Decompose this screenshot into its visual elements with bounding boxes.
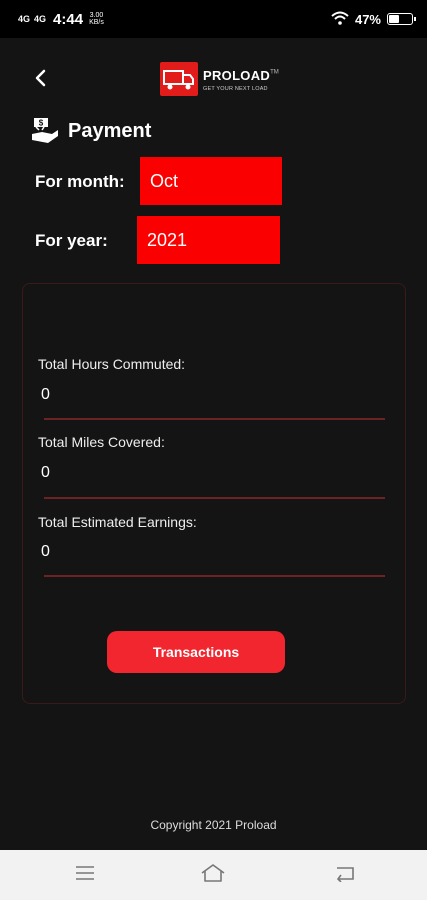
- payment-header: $ Payment: [30, 116, 151, 146]
- page-title: Payment: [68, 119, 152, 142]
- network-speed: 3.00 KB/s: [89, 12, 104, 26]
- status-time: 4:44: [53, 10, 84, 28]
- app-logo: PROLOADTM GET YOUR NEXT LOAD: [160, 62, 279, 96]
- status-right: 47%: [331, 11, 416, 28]
- signal-indicator-2: 4G: [34, 13, 47, 24]
- battery-level: [389, 15, 399, 23]
- hours-value: 0: [41, 386, 50, 403]
- signal-label-1: 4G: [18, 13, 31, 24]
- brand-tagline: GET YOUR NEXT LOAD: [203, 85, 268, 92]
- month-label: For month:: [35, 172, 125, 191]
- brand-name: PROLOAD: [203, 67, 271, 83]
- menu-button[interactable]: [70, 862, 100, 888]
- home-button[interactable]: [198, 862, 228, 888]
- menu-icon: [74, 865, 96, 886]
- year-label: For year:: [35, 231, 108, 250]
- back-arrow-icon: [34, 69, 46, 92]
- back-nav-button[interactable]: [330, 862, 360, 888]
- money-hand-icon: $: [30, 116, 60, 146]
- hours-label: Total Hours Commuted:: [38, 356, 186, 372]
- back-button[interactable]: [28, 66, 52, 94]
- miles-value: 0: [41, 464, 50, 481]
- speed-value: 3.00: [89, 12, 104, 19]
- svg-text:$: $: [39, 119, 44, 128]
- trademark: TM: [270, 69, 279, 76]
- hours-divider: [44, 418, 385, 420]
- signal-label-2: 4G: [34, 13, 47, 24]
- year-select[interactable]: 2021: [137, 216, 280, 264]
- status-left: 4G 4G 4:44 3.00 KB/s: [18, 11, 104, 28]
- status-bar: 4G 4G 4:44 3.00 KB/s 47%: [0, 0, 427, 38]
- back-nav-icon: [333, 864, 357, 887]
- earnings-label: Total Estimated Earnings:: [38, 514, 197, 530]
- wifi-icon: [331, 11, 349, 28]
- battery-percent: 47%: [354, 11, 381, 27]
- home-icon: [199, 862, 227, 889]
- transactions-button[interactable]: Transactions: [107, 631, 285, 673]
- earnings-divider: [44, 575, 385, 577]
- speed-unit: KB/s: [89, 19, 104, 26]
- logo-text: PROLOADTM GET YOUR NEXT LOAD: [203, 67, 279, 92]
- system-nav-bar: [0, 850, 427, 900]
- copyright-text: Copyright 2021 Proload: [150, 818, 277, 832]
- miles-label: Total Miles Covered:: [38, 434, 165, 450]
- truck-logo-icon: [160, 62, 198, 96]
- signal-indicator-1: 4G: [18, 13, 31, 24]
- miles-divider: [44, 497, 385, 499]
- month-select[interactable]: Oct: [140, 157, 282, 205]
- battery-icon: [387, 13, 416, 25]
- earnings-value: 0: [41, 543, 50, 560]
